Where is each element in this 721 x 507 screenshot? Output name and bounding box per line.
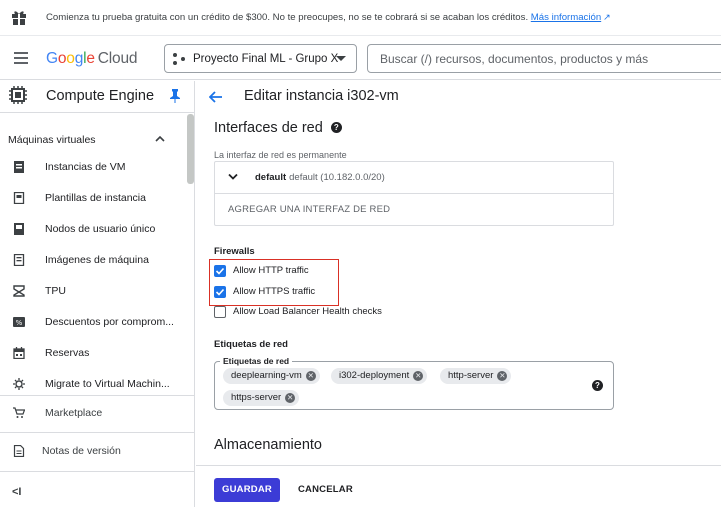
network-interface-box: default default (10.182.0.0/20) AGREGAR U…: [214, 161, 614, 226]
caret-down-icon: [336, 56, 346, 61]
sidebar-header: Compute Engine: [0, 81, 195, 113]
notes-icon: [13, 445, 25, 457]
network-tags-legend: Etiquetas de red: [220, 356, 293, 366]
search-placeholder: Buscar (/) recursos, documentos, product…: [380, 51, 649, 66]
sidebar-item-label: Reservas: [45, 347, 90, 359]
cancel-button[interactable]: CANCELAR: [298, 478, 353, 502]
sidebar: Compute Engine Máquinas virtuales Instan…: [0, 81, 195, 507]
http-checkbox-label[interactable]: Allow HTTP traffic: [233, 265, 309, 276]
remove-tag-icon[interactable]: ✕: [285, 393, 296, 403]
chevron-up-icon[interactable]: [155, 134, 165, 144]
sidebar-item-release-notes[interactable]: Notas de versión: [0, 437, 186, 467]
sidebar-scrollbar[interactable]: [187, 114, 194, 184]
cart-icon: [13, 407, 25, 418]
https-checkbox[interactable]: [214, 286, 226, 298]
back-arrow-icon[interactable]: [209, 91, 223, 103]
help-icon[interactable]: ?: [592, 380, 603, 391]
sidebar-item-instance-templates[interactable]: Plantillas de instancia: [0, 184, 186, 214]
project-selector[interactable]: Proyecto Final ML - Grupo X: [164, 44, 357, 73]
collapse-sidebar-button[interactable]: <I: [12, 486, 21, 498]
sidebar-item-label: TPU: [45, 285, 66, 297]
tag-chip: deeplearning-vm ✕: [223, 368, 320, 384]
promo-banner: Comienza tu prueba gratuita con un crédi…: [0, 0, 721, 36]
template-icon: [13, 192, 25, 204]
sidebar-item-tpu[interactable]: TPU: [0, 277, 186, 307]
storage-heading: Almacenamiento: [214, 437, 322, 453]
chevron-down-icon[interactable]: [228, 173, 238, 181]
main-content: Editar instancia i302-vm Interfaces de r…: [196, 81, 721, 507]
action-footer: GUARDAR CANCELAR: [196, 465, 721, 507]
lb-health-checkbox-label[interactable]: Allow Load Balancer Health checks: [233, 306, 382, 317]
network-interface-row[interactable]: default default (10.182.0.0/20): [215, 162, 613, 194]
sidebar-item-reservations[interactable]: Reservas: [0, 339, 186, 369]
interface-detail: default (10.182.0.0/20): [289, 172, 385, 183]
network-note: La interfaz de red es permanente: [214, 150, 347, 160]
remove-tag-icon[interactable]: ✕: [413, 371, 424, 381]
sidebar-divider: [0, 432, 195, 433]
save-button[interactable]: GUARDAR: [214, 478, 280, 502]
project-name: Proyecto Final ML - Grupo X: [193, 52, 339, 65]
gift-icon: [12, 11, 26, 25]
top-header: Google Cloud Proyecto Final ML - Grupo X …: [0, 37, 721, 80]
sidebar-item-commitments[interactable]: % Descuentos por comprom...: [0, 308, 186, 338]
tpu-icon: [13, 285, 25, 297]
sidebar-item-label: Marketplace: [45, 407, 103, 419]
product-title: Compute Engine: [46, 88, 155, 104]
title-bar: Editar instancia i302-vm: [196, 81, 721, 113]
network-tags-input[interactable]: Etiquetas de red deeplearning-vm ✕ i302-d…: [214, 356, 614, 410]
lb-health-checkbox[interactable]: [214, 306, 226, 318]
vm-icon: [14, 161, 24, 173]
compute-engine-icon: [9, 86, 27, 104]
help-icon[interactable]: ?: [330, 122, 342, 133]
external-link-icon[interactable]: ↗: [603, 12, 611, 22]
sidebar-item-sole-tenant-nodes[interactable]: Nodos de usuario único: [0, 215, 186, 245]
sidebar-divider: [0, 395, 195, 396]
more-info-link[interactable]: Más información: [531, 12, 601, 23]
tag-chip: i302-deployment ✕: [331, 368, 428, 384]
sidebar-item-label: Nodos de usuario único: [45, 223, 156, 235]
sidebar-item-label: Imágenes de máquina: [45, 254, 149, 266]
network-interfaces-heading: Interfaces de red?: [214, 120, 342, 136]
tag-chip: https-server ✕: [223, 390, 300, 406]
network-tags-heading: Etiquetas de red: [214, 339, 288, 350]
logo-cloud-text: Cloud: [97, 50, 138, 67]
node-icon: [14, 223, 24, 235]
sidebar-item-machine-images[interactable]: Imágenes de máquina: [0, 246, 186, 276]
sidebar-item-vm-instances[interactable]: Instancias de VM: [0, 153, 186, 183]
sidebar-item-label: Descuentos por comprom...: [45, 316, 174, 328]
sidebar-item-label: Migrate to Virtual Machin...: [45, 378, 170, 390]
discount-icon: %: [13, 317, 25, 327]
sidebar-item-label: Notas de versión: [42, 445, 121, 457]
menu-icon[interactable]: [14, 52, 28, 64]
sidebar-item-label: Instancias de VM: [45, 161, 126, 173]
page-title: Editar instancia i302-vm: [244, 88, 399, 104]
promo-text: Comienza tu prueba gratuita con un crédi…: [46, 12, 529, 23]
migrate-icon: [13, 378, 25, 390]
remove-tag-icon[interactable]: ✕: [497, 371, 508, 381]
tag-chip: http-server ✕: [440, 368, 512, 384]
section-vm[interactable]: Máquinas virtuales: [8, 134, 96, 146]
remove-tag-icon[interactable]: ✕: [305, 371, 316, 381]
project-icon: [173, 52, 187, 66]
sidebar-item-marketplace[interactable]: Marketplace: [0, 399, 186, 429]
image-icon: [13, 254, 25, 266]
pin-icon[interactable]: [170, 89, 180, 103]
google-cloud-logo[interactable]: Google Cloud: [46, 50, 137, 68]
svg-text:%: %: [16, 319, 23, 327]
search-input[interactable]: Buscar (/) recursos, documentos, product…: [367, 44, 721, 73]
sidebar-divider: [0, 471, 195, 472]
sidebar-item-label: Plantillas de instancia: [45, 192, 146, 204]
https-checkbox-label[interactable]: Allow HTTPS traffic: [233, 286, 315, 297]
interface-name: default: [255, 172, 287, 183]
add-network-interface-button[interactable]: AGREGAR UNA INTERFAZ DE RED: [228, 204, 390, 215]
calendar-icon: [13, 347, 25, 359]
firewalls-label: Firewalls: [214, 246, 255, 257]
http-checkbox[interactable]: [214, 265, 226, 277]
